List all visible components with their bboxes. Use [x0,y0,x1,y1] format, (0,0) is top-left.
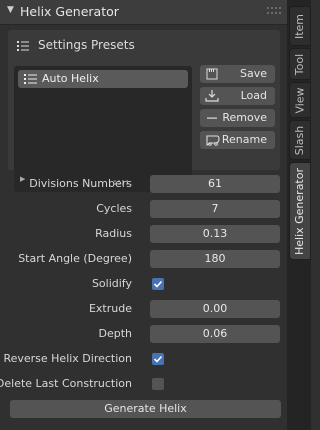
save-label: Save [239,67,267,80]
solidify-checkbox[interactable] [152,278,164,290]
depth-field[interactable]: 0.06 [150,325,280,343]
radius-row: Radius 0.13 [8,225,280,243]
reverse-row: Reverse Helix Direction [3,350,280,368]
solidify-label: Solidify [91,277,132,290]
presets-title: Settings Presets [38,38,135,52]
start-angle-field[interactable]: 180 [150,250,280,268]
extrude-row: Extrude 0.00 [8,300,280,318]
start-angle-row: Start Angle (Degree) 180 [8,250,280,268]
save-button[interactable]: Save [200,65,275,83]
list-item[interactable]: Auto Helix [18,70,188,88]
drag-handle-icon[interactable] [267,7,281,15]
depth-row: Depth 0.06 [8,325,280,343]
divisions-field[interactable]: 61 [150,175,280,193]
settings-presets-box: Settings Presets Auto Helix ▶ Save Load … [8,30,280,192]
radius-label: Radius [95,227,132,240]
solidify-row: Solidify [8,275,280,293]
radius-field[interactable]: 0.13 [150,225,280,243]
depth-label: Depth [98,327,132,340]
divisions-label: Divisions Numbers [29,177,132,190]
sidebar-tabs: Item Tool View Slash Helix Generator [287,0,311,430]
collapse-arrow-icon[interactable]: ▼ [7,5,14,15]
presets-list[interactable]: Auto Helix ▶ [14,66,192,192]
panel-header[interactable]: ▼ Helix Generator [0,0,287,25]
cycles-label: Cycles [96,202,132,215]
delete-last-checkbox[interactable] [152,378,164,390]
load-label: Load [240,89,267,102]
load-button[interactable]: Load [200,87,275,105]
rename-label: Rename [221,133,267,146]
tab-slash[interactable]: Slash [289,120,311,160]
extrude-label: Extrude [88,302,132,315]
rename-button[interactable]: Rename [200,131,275,149]
panel-title: Helix Generator [20,4,119,19]
divisions-row: Divisions Numbers 61 [8,175,280,193]
remove-label: Remove [222,111,267,124]
tab-tool[interactable]: Tool [289,48,311,80]
list-icon [16,39,30,56]
remove-button[interactable]: Remove [200,109,275,127]
cycles-row: Cycles 7 [8,200,280,218]
generate-helix-button[interactable]: Generate Helix [10,400,281,418]
delete-last-row: Delete Last Construction [0,375,280,393]
helix-generator-panel: ▼ Helix Generator Settings Presets Auto … [0,0,287,430]
delete-last-label: Delete Last Construction [0,377,132,390]
preset-list-icon [24,73,37,88]
presets-header: Settings Presets [17,38,135,52]
cycles-field[interactable]: 7 [150,200,280,218]
tab-helix-generator[interactable]: Helix Generator [289,162,311,260]
extrude-field[interactable]: 0.00 [150,300,280,318]
reverse-checkbox[interactable] [152,353,164,365]
tab-view[interactable]: View [289,82,311,118]
reverse-label: Reverse Helix Direction [3,352,132,365]
preset-name: Auto Helix [42,72,99,85]
tab-item[interactable]: Item [289,6,311,46]
start-angle-label: Start Angle (Degree) [18,252,132,265]
